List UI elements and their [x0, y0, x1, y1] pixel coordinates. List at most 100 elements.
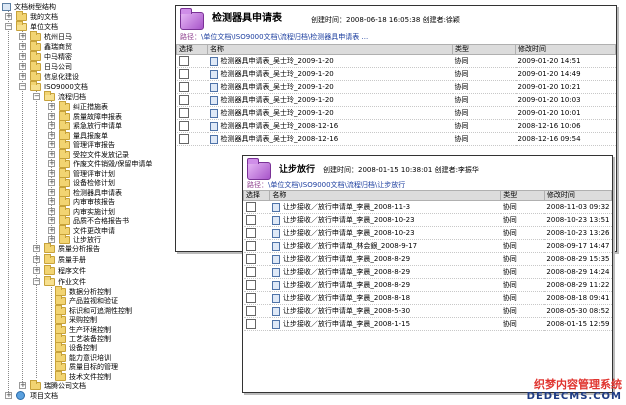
expand-toggle-icon[interactable]: +	[48, 150, 55, 158]
name-cell[interactable]: 让步接收／放行申请单_李晨_2008-8-18	[269, 291, 501, 305]
expand-toggle-icon[interactable]: +	[19, 63, 26, 70]
name-cell[interactable]: 让步接收／放行申请单_林会銀_2008-9-17	[269, 239, 501, 253]
expand-toggle-icon[interactable]: +	[48, 169, 55, 177]
column-header[interactable]: 类型	[500, 190, 545, 201]
name-cell[interactable]: 检测器具申请表_吴士玲_2009-1-20	[207, 80, 453, 94]
expand-toggle-icon[interactable]: +	[19, 43, 26, 50]
table-row[interactable]: 检测器具申请表_吴士玲_2008-12-16 协同 2008-12-16 10:06	[176, 119, 616, 133]
expand-toggle-icon[interactable]: +	[19, 53, 26, 60]
expand-toggle-icon[interactable]: +	[48, 217, 55, 224]
expand-toggle-icon[interactable]: +	[48, 188, 55, 196]
file-name-link[interactable]: 让步接收／放行申请单_李晨_2008-1-15	[283, 320, 410, 328]
table-row[interactable]: 检测器具申请表_吴士玲_2009-1-20 协同 2009-01-20 14:49	[176, 67, 616, 81]
file-name-link[interactable]: 检测器具申请表_吴士玲_2009-1-20	[221, 83, 334, 91]
row-checkbox[interactable]	[178, 134, 189, 144]
name-cell[interactable]: 让步接收／放行申请单_李晨_2008-5-30	[269, 304, 501, 318]
path-more[interactable]: ...	[362, 33, 369, 41]
table-row[interactable]: 让步接收／放行申请单_李晨_2008-8-29 协同 2008-08-29 14:2…	[243, 265, 612, 279]
expand-toggle-icon[interactable]: +	[33, 256, 40, 263]
column-header[interactable]: 修改时间	[543, 190, 612, 201]
name-cell[interactable]: 检测器具申请表_吴士玲_2009-1-20	[207, 93, 453, 107]
table-row[interactable]: 让步接收／放行申请单_李晨_2008-10-23 协同 2008-10-23 13:…	[243, 213, 612, 227]
expand-toggle-icon[interactable]: +	[5, 392, 12, 399]
row-checkbox[interactable]	[178, 56, 189, 66]
file-name-link[interactable]: 让步接收／放行申请单_李晨_2008-8-29	[283, 268, 410, 276]
expand-toggle-icon[interactable]: +	[19, 382, 26, 389]
name-cell[interactable]: 让步接收／放行申请单_李晨_2008-11-3	[269, 200, 501, 214]
name-cell[interactable]: 让步接收／放行申请单_李晨_2008-10-23	[269, 226, 501, 240]
name-cell[interactable]: 检测器具申请表_吴士玲_2008-12-16	[207, 119, 453, 133]
row-checkbox[interactable]	[178, 108, 189, 118]
expand-toggle-icon[interactable]: +	[48, 236, 55, 243]
row-checkbox[interactable]	[245, 228, 256, 238]
file-name-link[interactable]: 检测器具申请表_吴士玲_2009-1-20	[221, 70, 334, 78]
name-cell[interactable]: 让步接收／放行申请单_李晨_2008-8-29	[269, 265, 501, 279]
column-header[interactable]: 类型	[452, 44, 516, 55]
file-name-link[interactable]: 让步接收／放行申请单_李晨_2008-8-29	[283, 281, 410, 289]
expand-toggle-icon[interactable]: +	[48, 103, 55, 110]
name-cell[interactable]: 检测器具申请表_吴士玲_2009-1-20	[207, 54, 453, 68]
file-name-link[interactable]: 检测器具申请表_吴士玲_2009-1-20	[221, 96, 334, 104]
name-cell[interactable]: 让步接收／放行申请单_李晨_2008-8-29	[269, 252, 501, 266]
file-name-link[interactable]: 让步接收／放行申请单_李晨_2008-8-18	[283, 294, 410, 302]
file-name-link[interactable]: 让步接收／放行申请单_李晨_2008-8-29	[283, 255, 410, 263]
name-cell[interactable]: 检测器具申请表_吴士玲_2008-12-16	[207, 132, 453, 146]
row-checkbox[interactable]	[245, 293, 256, 303]
column-header[interactable]: 名称	[269, 190, 502, 201]
file-name-link[interactable]: 检测器具申请表_吴士玲_2009-1-20	[221, 57, 334, 65]
table-row[interactable]: 让步接收／放行申请单_李晨_2008-8-29 协同 2008-08-29 11:2…	[243, 278, 612, 292]
row-checkbox[interactable]	[245, 254, 256, 264]
expand-toggle-icon[interactable]: +	[48, 226, 55, 234]
file-name-link[interactable]: 让步接收／放行申请单_林会銀_2008-9-17	[283, 242, 417, 250]
column-header[interactable]: 名称	[207, 44, 453, 55]
row-checkbox[interactable]	[245, 241, 256, 251]
table-row[interactable]: 让步接收／放行申请单_李晨_2008-5-30 协同 2008-05-30 08:5…	[243, 304, 612, 318]
name-cell[interactable]: 检测器具申请表_吴士玲_2009-1-20	[207, 67, 453, 81]
expand-toggle-icon[interactable]: +	[19, 33, 26, 40]
path-link[interactable]: \单位文档\ISO9000文档\流程归档\检测器具申请表	[201, 33, 359, 41]
row-checkbox[interactable]	[178, 69, 189, 79]
table-row[interactable]: 让步接收／放行申请单_李晨_2008-10-23 协同 2008-10-23 13:…	[243, 226, 612, 240]
name-cell[interactable]: 让步接收／放行申请单_李晨_2008-10-23	[269, 213, 501, 227]
table-row[interactable]: 让步接收／放行申请单_林会銀_2008-9-17 协同 2008-09-17 14:…	[243, 239, 612, 253]
file-name-link[interactable]: 检测器具申请表_吴士玲_2009-1-20	[221, 109, 334, 117]
file-name-link[interactable]: 让步接收／放行申请单_李晨_2008-10-23	[283, 216, 415, 224]
expand-toggle-icon[interactable]: +	[48, 179, 55, 186]
collapse-toggle-icon[interactable]: −	[33, 93, 40, 100]
table-row[interactable]: 检测器具申请表_吴士玲_2009-1-20 协同 2009-01-20 10:03	[176, 93, 616, 107]
row-checkbox[interactable]	[245, 215, 256, 225]
expand-toggle-icon[interactable]: +	[48, 207, 55, 215]
file-name-link[interactable]: 让步接收／放行申请单_李晨_2008-10-23	[283, 229, 415, 237]
expand-toggle-icon[interactable]: +	[5, 13, 12, 20]
row-checkbox[interactable]	[245, 280, 256, 290]
name-cell[interactable]: 检测器具申请表_吴士玲_2009-1-20	[207, 106, 453, 120]
table-row[interactable]: 检测器具申请表_吴士玲_2008-12-16 协同 2008-12-16 09:54	[176, 132, 616, 146]
table-row[interactable]: 检测器具申请表_吴士玲_2009-1-20 协同 2009-01-20 10:21	[176, 80, 616, 94]
collapse-toggle-icon[interactable]: −	[5, 23, 12, 30]
expand-toggle-icon[interactable]: +	[48, 160, 55, 167]
row-checkbox[interactable]	[178, 82, 189, 92]
column-header[interactable]: 选择	[243, 190, 271, 201]
path-link[interactable]: \单位文档\ISO9000文档\流程归档\让步放行	[268, 181, 405, 189]
expand-toggle-icon[interactable]: +	[19, 73, 26, 80]
collapse-toggle-icon[interactable]: −	[19, 83, 26, 90]
file-name-link[interactable]: 检测器具申请表_吴士玲_2008-12-16	[221, 122, 339, 130]
table-row[interactable]: 检测器具申请表_吴士玲_2009-1-20 协同 2009-01-20 14:51	[176, 54, 616, 68]
table-row[interactable]: 让步接收／放行申请单_李晨_2008-8-29 协同 2008-08-29 15:3…	[243, 252, 612, 266]
table-row[interactable]: 让步接收／放行申请单_李晨_2008-11-3 协同 2008-11-03 09:3…	[243, 200, 612, 214]
table-row[interactable]: 让步接收／放行申请单_李晨_2008-8-18 协同 2008-08-18 09:4…	[243, 291, 612, 305]
collapse-toggle-icon[interactable]: −	[33, 278, 40, 285]
file-name-link[interactable]: 让步接收／放行申请单_李晨_2008-11-3	[283, 203, 410, 211]
expand-toggle-icon[interactable]: +	[48, 141, 55, 148]
expand-toggle-icon[interactable]: +	[33, 267, 40, 274]
column-header[interactable]: 修改时间	[515, 44, 616, 55]
table-row[interactable]: 让步接收／放行申请单_李晨_2008-1-15 协同 2008-01-15 12:5…	[243, 317, 612, 331]
file-name-link[interactable]: 检测器具申请表_吴士玲_2008-12-16	[221, 135, 339, 143]
expand-toggle-icon[interactable]: +	[48, 198, 55, 205]
column-header[interactable]: 选择	[176, 44, 208, 55]
expand-toggle-icon[interactable]: +	[48, 112, 55, 120]
expand-toggle-icon[interactable]: +	[48, 131, 55, 139]
row-checkbox[interactable]	[178, 95, 189, 105]
expand-toggle-icon[interactable]: +	[48, 122, 55, 129]
row-checkbox[interactable]	[245, 319, 256, 329]
